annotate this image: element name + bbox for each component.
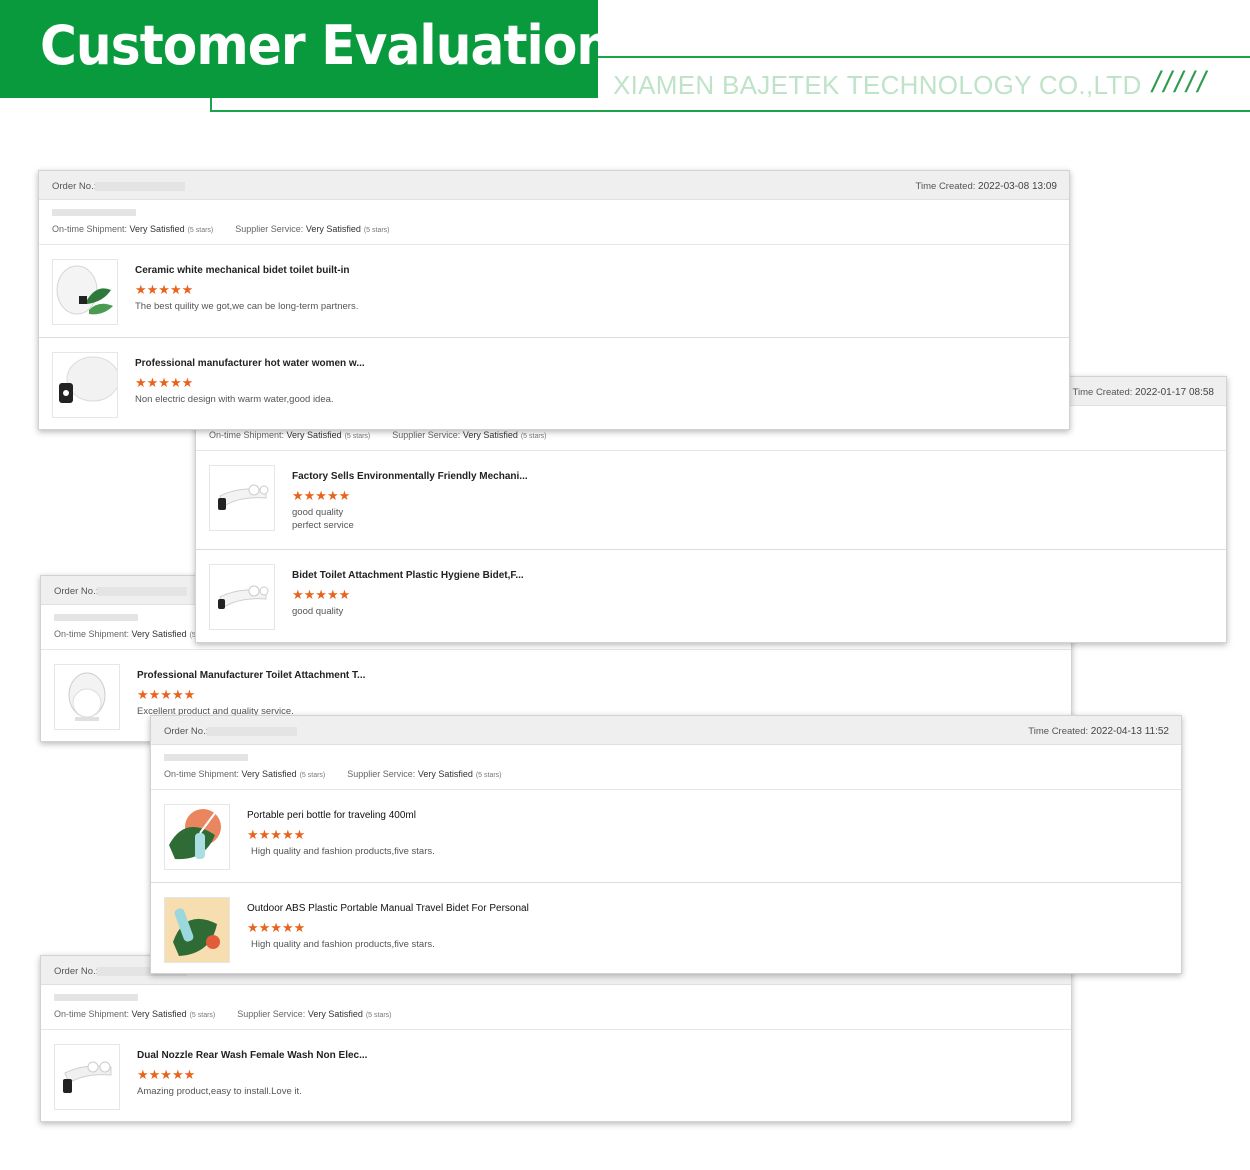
product-name[interactable]: Bidet Toilet Attachment Plastic Hygiene … [292, 570, 524, 581]
buyer-redacted [52, 209, 136, 216]
review-comment: The best quility we got,we can be long-t… [135, 301, 359, 312]
divider-bottom [210, 110, 1250, 112]
rating-stars: ★★★★★ [292, 587, 351, 602]
time-created: Time Created: 2022-04-13 11:52 [1028, 726, 1169, 737]
service-ratings: On-time Shipment: Very Satisfied (5 stars… [52, 224, 390, 234]
bidet-attachment-thumbnail[interactable] [209, 465, 275, 531]
rating-stars: ★★★★★ [292, 488, 351, 503]
page-title: Customer Evaluation [40, 14, 612, 77]
review-comment: High quality and fashion products,five s… [251, 939, 435, 950]
order-number-redacted [207, 727, 297, 736]
review-item: Bidet Toilet Attachment Plastic Hygiene … [196, 550, 1226, 642]
review-item: Portable peri bottle for traveling 400ml… [151, 790, 1181, 883]
order-number-label: Order No.: [54, 586, 99, 597]
review-card: Order No.: On-time Shipment: Very Satisf… [40, 955, 1072, 1122]
bidet-attachment-thumbnail[interactable] [52, 352, 118, 418]
service-ratings: On-time Shipment: Very Satisfied (5 stars… [209, 430, 547, 440]
order-number-label: Order No.: [164, 726, 209, 737]
order-number-label: Order No.: [54, 966, 99, 977]
title-banner: Customer Evaluation [0, 0, 612, 98]
review-comment: Non electric design with warm water,good… [135, 394, 334, 405]
product-name[interactable]: Professional manufacturer hot water wome… [135, 358, 365, 369]
card-header: Order No.: Time Created: 2022-04-13 11:5… [151, 716, 1181, 745]
time-created: Time Created: 2022-01-17 08:58 [1072, 387, 1214, 398]
time-created: Time Created: 2022-03-08 13:09 [915, 181, 1057, 192]
rating-stars: ★★★★★ [137, 1067, 196, 1082]
travel-bidet-thumbnail[interactable] [164, 897, 230, 963]
review-comment: High quality and fashion products,five s… [251, 846, 435, 857]
card-ratings: On-time Shipment: Very Satisfied(5 stars… [151, 745, 1181, 790]
review-card: Order No.: Time Created: 2022-04-13 11:5… [150, 715, 1182, 974]
review-item: Outdoor ABS Plastic Portable Manual Trav… [151, 883, 1181, 973]
product-name[interactable]: Factory Sells Environmentally Friendly M… [292, 471, 528, 482]
order-number-redacted [95, 182, 185, 191]
card-header: Order No.: Time Created: 2022-03-08 13:0… [39, 171, 1069, 200]
product-name[interactable]: Ceramic white mechanical bidet toilet bu… [135, 265, 349, 276]
buyer-redacted [54, 614, 138, 621]
shipment-rating: On-time Shipment: Very Satisfied(5 stars… [54, 629, 215, 639]
peri-bottle-thumbnail[interactable] [164, 804, 230, 870]
order-number-label: Order No.: [52, 181, 97, 192]
card-ratings: On-time Shipment: Very Satisfied(5 stars… [41, 985, 1071, 1030]
service-ratings: On-time Shipment: Very Satisfied (5 stars… [164, 769, 502, 779]
review-item: Factory Sells Environmentally Friendly M… [196, 451, 1226, 550]
toilet-seat-plant-thumbnail[interactable] [52, 259, 118, 325]
buyer-redacted [54, 994, 138, 1001]
buyer-redacted [164, 754, 248, 761]
review-item: Dual Nozzle Rear Wash Female Wash Non El… [41, 1030, 1071, 1121]
rating-stars: ★★★★★ [137, 687, 196, 702]
order-number-redacted [97, 587, 187, 596]
product-name[interactable]: Professional Manufacturer Toilet Attachm… [137, 670, 365, 681]
review-comment: Amazing product,easy to install.Love it. [137, 1086, 302, 1097]
product-name[interactable]: Outdoor ABS Plastic Portable Manual Trav… [247, 903, 529, 914]
rating-stars: ★★★★★ [135, 375, 194, 390]
product-name[interactable]: Portable peri bottle for traveling 400ml [247, 810, 416, 821]
decorative-slashes: ///// [1152, 66, 1209, 99]
rating-stars: ★★★★★ [135, 282, 194, 297]
bidet-attachment-thumbnail[interactable] [209, 564, 275, 630]
review-comment: good quality perfect service [292, 507, 354, 531]
card-ratings: On-time Shipment: Very Satisfied(5 stars… [39, 200, 1069, 245]
dual-nozzle-bidet-thumbnail[interactable] [54, 1044, 120, 1110]
service-ratings: On-time Shipment: Very Satisfied (5 stars… [54, 1009, 392, 1019]
review-item: Professional manufacturer hot water wome… [39, 338, 1069, 429]
divider-top [598, 56, 1250, 58]
review-item: Ceramic white mechanical bidet toilet bu… [39, 245, 1069, 338]
toilet-seat-thumbnail[interactable] [54, 664, 120, 730]
review-comment: good quality [292, 606, 344, 617]
review-card: Order No.: Time Created: 2022-03-08 13:0… [38, 170, 1070, 430]
rating-stars: ★★★★★ [247, 827, 306, 842]
product-name[interactable]: Dual Nozzle Rear Wash Female Wash Non El… [137, 1050, 367, 1061]
company-name: XIAMEN BAJETEK TECHNOLOGY CO.,LTD [613, 70, 1142, 100]
rating-stars: ★★★★★ [247, 920, 306, 935]
